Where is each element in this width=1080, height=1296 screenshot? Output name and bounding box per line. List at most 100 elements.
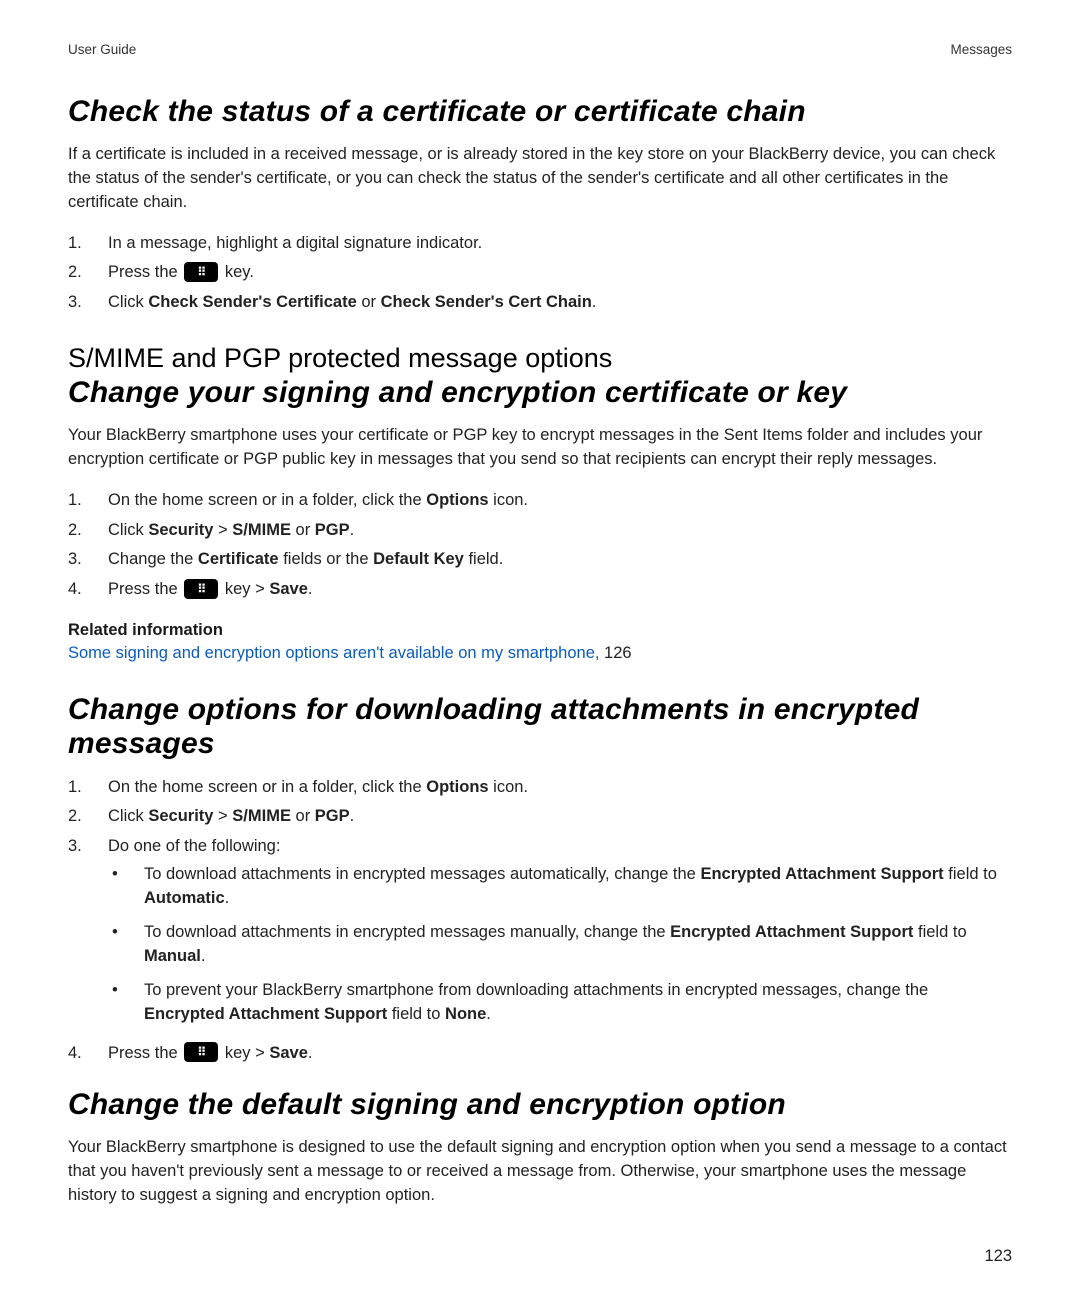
- page-number: 123: [984, 1247, 1012, 1266]
- text-fragment: or: [291, 807, 315, 825]
- bold-term: Check Sender's Cert Chain: [381, 293, 592, 311]
- document-page: User Guide Messages Check the status of …: [0, 0, 1080, 1296]
- step-1: 1. On the home screen or in a folder, cl…: [68, 488, 1012, 514]
- text-fragment: field to: [913, 923, 966, 941]
- step-number: 1.: [68, 488, 108, 514]
- bullet-icon: •: [108, 863, 144, 911]
- step-number: 2.: [68, 260, 108, 286]
- heading-change-cert-key: Change your signing and encryption certi…: [68, 376, 1012, 410]
- bold-term: Automatic: [144, 889, 225, 907]
- heading-check-cert-status: Check the status of a certificate or cer…: [68, 95, 1012, 129]
- step-text: On the home screen or in a folder, click…: [108, 775, 1012, 801]
- sub-bullets: • To download attachments in encrypted m…: [108, 863, 1012, 1027]
- steps-download-attachments: 1. On the home screen or in a folder, cl…: [68, 775, 1012, 1067]
- text-fragment: On the home screen or in a folder, click…: [108, 491, 426, 509]
- related-page-ref: 126: [599, 644, 631, 662]
- bold-term: S/MIME: [232, 807, 291, 825]
- text-fragment: Press the: [108, 263, 182, 281]
- step-1: 1. In a message, highlight a digital sig…: [68, 231, 1012, 257]
- bullet-text: To download attachments in encrypted mes…: [144, 921, 1012, 969]
- step-number: 1.: [68, 231, 108, 257]
- step-2: 2. Click Security > S/MIME or PGP.: [68, 804, 1012, 830]
- bold-term: Check Sender's Certificate: [148, 293, 356, 311]
- text-fragment: >: [213, 807, 232, 825]
- heading-download-attachments: Change options for downloading attachmen…: [68, 693, 1012, 761]
- step-text: Click Security > S/MIME or PGP.: [108, 804, 1012, 830]
- text-fragment: field to: [387, 1005, 445, 1023]
- bold-term: PGP: [315, 521, 350, 539]
- text-fragment: key >: [220, 580, 269, 598]
- bold-term: Default Key: [373, 550, 464, 568]
- text-fragment: To download attachments in encrypted mes…: [144, 923, 670, 941]
- bullet-none: • To prevent your BlackBerry smartphone …: [108, 979, 1012, 1027]
- bullet-text: To prevent your BlackBerry smartphone fr…: [144, 979, 1012, 1027]
- intro-change-cert: Your BlackBerry smartphone uses your cer…: [68, 424, 1012, 472]
- header-left: User Guide: [68, 42, 136, 57]
- text-fragment: or: [357, 293, 381, 311]
- steps-check-cert: 1. In a message, highlight a digital sig…: [68, 231, 1012, 316]
- steps-change-cert: 1. On the home screen or in a folder, cl…: [68, 488, 1012, 602]
- text-fragment: icon.: [489, 778, 528, 796]
- bold-term: Options: [426, 778, 488, 796]
- text-fragment: or: [291, 521, 315, 539]
- step-number: 1.: [68, 775, 108, 801]
- bold-term: Security: [148, 521, 213, 539]
- bold-term: S/MIME: [232, 521, 291, 539]
- text-fragment: field.: [464, 550, 503, 568]
- blackberry-key-icon: ⠿: [184, 262, 218, 282]
- text-fragment: .: [308, 1044, 313, 1062]
- bold-term: Encrypted Attachment Support: [670, 923, 913, 941]
- text-fragment: .: [350, 521, 355, 539]
- step-text: Click Check Sender's Certificate or Chec…: [108, 290, 1012, 316]
- step-number: 3.: [68, 290, 108, 316]
- text-fragment: icon.: [489, 491, 528, 509]
- step-text: On the home screen or in a folder, click…: [108, 488, 1012, 514]
- blackberry-key-icon: ⠿: [184, 1042, 218, 1062]
- text-fragment: To prevent your BlackBerry smartphone fr…: [144, 981, 928, 999]
- bullet-manual: • To download attachments in encrypted m…: [108, 921, 1012, 969]
- intro-check-cert: If a certificate is included in a receiv…: [68, 143, 1012, 215]
- bullet-icon: •: [108, 979, 144, 1027]
- step-text: In a message, highlight a digital signat…: [108, 231, 1012, 257]
- page-header: User Guide Messages: [68, 42, 1012, 57]
- bold-term: Manual: [144, 947, 201, 965]
- step-text: Do one of the following: • To download a…: [108, 834, 1012, 1037]
- heading-default-signing: Change the default signing and encryptio…: [68, 1088, 1012, 1122]
- related-link[interactable]: Some signing and encryption options aren…: [68, 644, 599, 662]
- bold-term: Save: [269, 1044, 308, 1062]
- step-2: 2. Click Security > S/MIME or PGP.: [68, 518, 1012, 544]
- text-fragment: Press the: [108, 580, 182, 598]
- step-number: 3.: [68, 834, 108, 1037]
- text-fragment: .: [350, 807, 355, 825]
- step-4: 4. Press the ⠿ key > Save.: [68, 1041, 1012, 1067]
- text-fragment: .: [592, 293, 597, 311]
- bold-term: Options: [426, 491, 488, 509]
- header-right: Messages: [950, 42, 1012, 57]
- text-fragment: .: [225, 889, 230, 907]
- text-fragment: Do one of the following:: [108, 837, 280, 855]
- related-info-heading: Related information: [68, 621, 1012, 640]
- step-number: 4.: [68, 577, 108, 603]
- text-fragment: .: [486, 1005, 491, 1023]
- step-3: 3. Do one of the following: • To downloa…: [68, 834, 1012, 1037]
- related-info-row: Some signing and encryption options aren…: [68, 644, 1012, 663]
- text-fragment: To download attachments in encrypted mes…: [144, 865, 700, 883]
- bold-term: None: [445, 1005, 486, 1023]
- text-fragment: .: [308, 580, 313, 598]
- step-text: Press the ⠿ key.: [108, 260, 1012, 286]
- text-fragment: .: [201, 947, 206, 965]
- bold-term: Certificate: [198, 550, 279, 568]
- step-1: 1. On the home screen or in a folder, cl…: [68, 775, 1012, 801]
- text-fragment: On the home screen or in a folder, click…: [108, 778, 426, 796]
- text-fragment: Click: [108, 521, 148, 539]
- text-fragment: Click: [108, 807, 148, 825]
- step-text: Change the Certificate fields or the Def…: [108, 547, 1012, 573]
- heading-smime-pgp-options: S/MIME and PGP protected message options: [68, 343, 1012, 374]
- intro-default-signing: Your BlackBerry smartphone is designed t…: [68, 1136, 1012, 1208]
- text-fragment: fields or the: [279, 550, 373, 568]
- text-fragment: field to: [944, 865, 997, 883]
- text-fragment: >: [213, 521, 232, 539]
- step-number: 2.: [68, 518, 108, 544]
- step-number: 2.: [68, 804, 108, 830]
- bullet-icon: •: [108, 921, 144, 969]
